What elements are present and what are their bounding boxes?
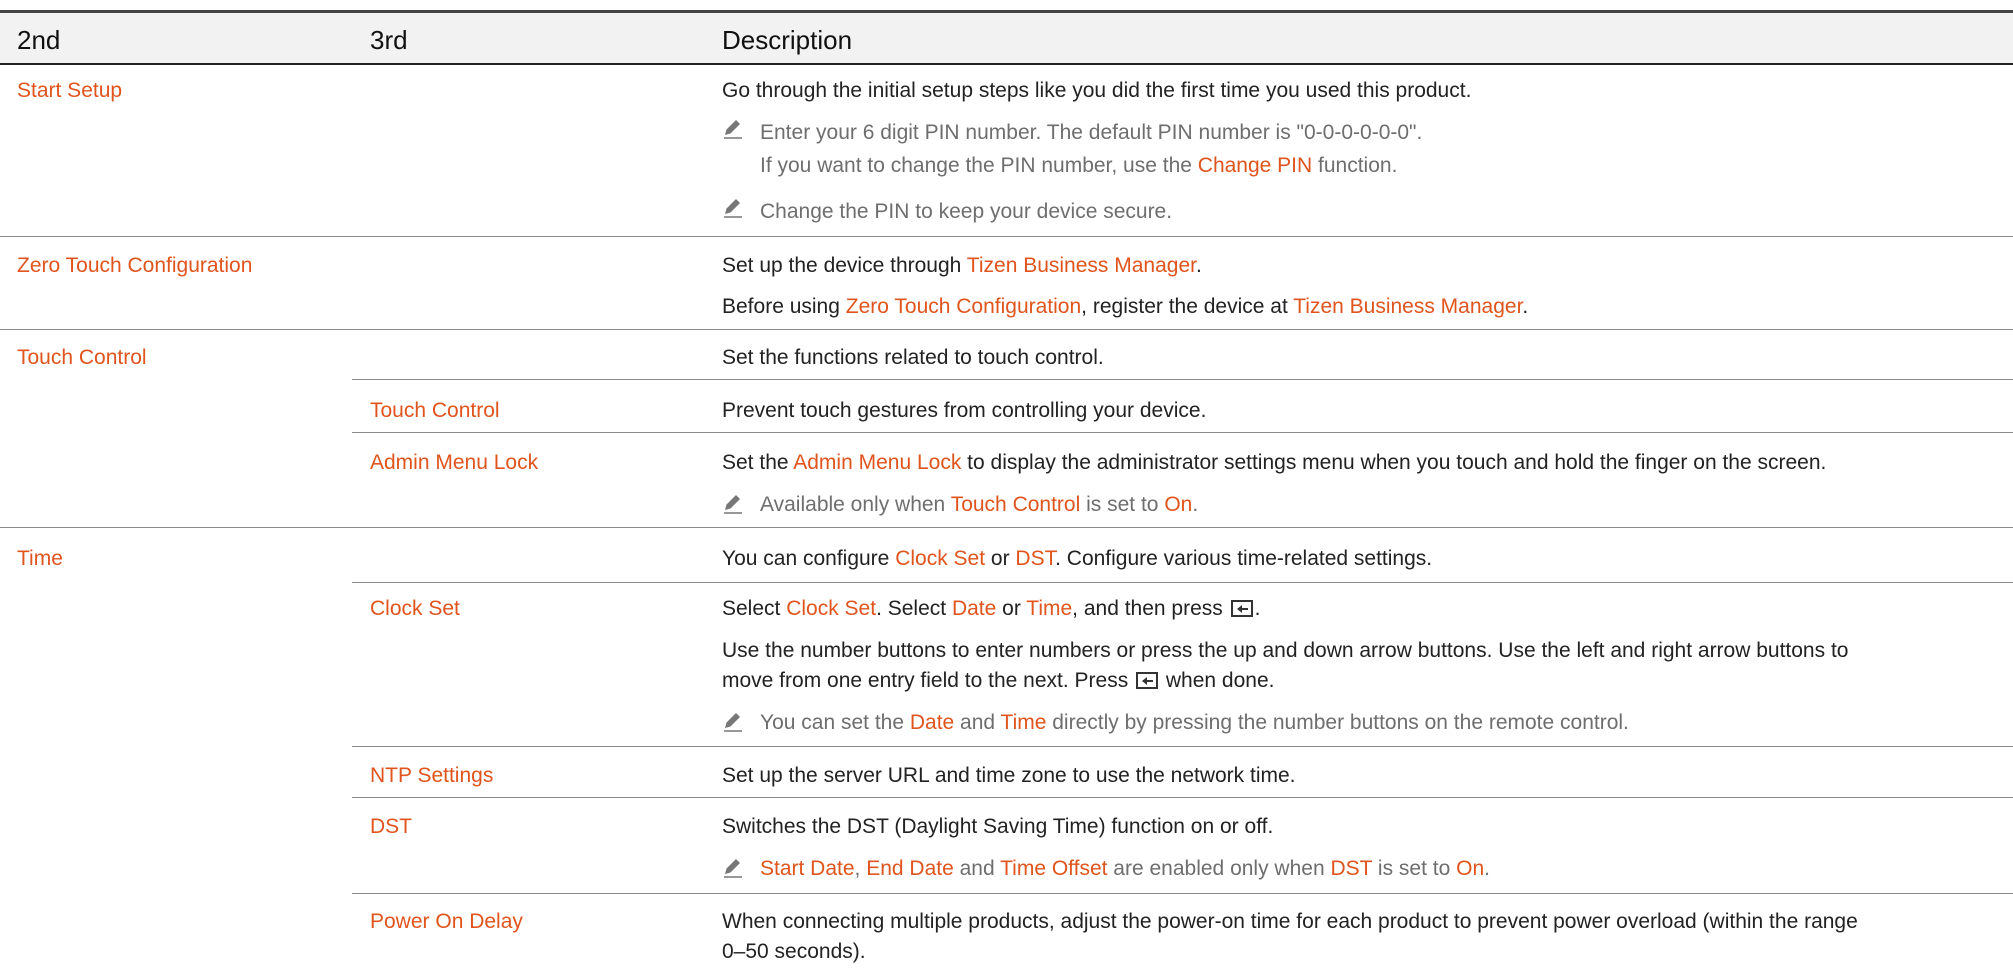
power-on-delay-desc-line1: When connecting multiple products, adjus… bbox=[722, 910, 1858, 933]
date-link[interactable]: Date bbox=[910, 711, 954, 734]
time-offset-link[interactable]: Time Offset bbox=[1000, 857, 1107, 880]
clock-set-line3: move from one entry field to the next. P… bbox=[722, 669, 1275, 692]
power-on-delay-desc-line2: 0–50 seconds). bbox=[722, 940, 866, 963]
dst-link[interactable]: DST bbox=[1330, 857, 1372, 880]
clock-set-link[interactable]: Clock Set bbox=[786, 597, 876, 620]
touch-control-label[interactable]: Touch Control bbox=[17, 344, 147, 371]
time-label[interactable]: Time bbox=[17, 545, 63, 572]
tizen-business-manager-link[interactable]: Tizen Business Manager bbox=[967, 254, 1196, 277]
start-setup-label[interactable]: Start Setup bbox=[17, 77, 122, 104]
start-setup-note2: Change the PIN to keep your device secur… bbox=[760, 200, 1173, 223]
dst-link[interactable]: DST bbox=[1015, 547, 1055, 570]
time-link[interactable]: Time bbox=[1001, 711, 1047, 734]
change-pin-link[interactable]: Change PIN bbox=[1198, 154, 1312, 177]
admin-menu-lock-link[interactable]: Admin Menu Lock bbox=[793, 451, 961, 474]
row-divider bbox=[0, 236, 2013, 237]
settings-table-page: 2nd 3rd Description Start Setup Go throu… bbox=[0, 0, 2013, 972]
admin-menu-lock-desc: Set the Admin Menu Lock to display the a… bbox=[722, 451, 1827, 474]
zero-touch-line2: Before using Zero Touch Configuration, r… bbox=[722, 295, 1529, 318]
row-divider bbox=[352, 797, 2013, 798]
row-divider bbox=[352, 893, 2013, 894]
row-divider bbox=[352, 582, 2013, 583]
time-link[interactable]: Time bbox=[1026, 597, 1072, 620]
admin-menu-lock-label[interactable]: Admin Menu Lock bbox=[370, 449, 538, 476]
time-desc: You can configure Clock Set or DST. Conf… bbox=[722, 547, 1433, 570]
dst-note: Start Date, End Date and Time Offset are… bbox=[760, 857, 1490, 880]
header-2nd: 2nd bbox=[17, 25, 61, 55]
clock-set-note: You can set the Date and Time directly b… bbox=[760, 711, 1629, 734]
row-divider bbox=[352, 746, 2013, 747]
on-link[interactable]: On bbox=[1164, 493, 1192, 516]
clock-set-line1: Select Clock Set. Select Date or Time, a… bbox=[722, 597, 1261, 620]
start-setup-note1-line2: If you want to change the PIN number, us… bbox=[760, 154, 1398, 177]
zero-touch-label[interactable]: Zero Touch Configuration bbox=[17, 252, 252, 279]
tizen-business-manager-link[interactable]: Tizen Business Manager bbox=[1293, 295, 1522, 318]
ntp-settings-label[interactable]: NTP Settings bbox=[370, 762, 493, 789]
clock-set-line2: Use the number buttons to enter numbers … bbox=[722, 639, 1849, 662]
end-date-link[interactable]: End Date bbox=[866, 857, 954, 880]
pencil-note-icon bbox=[722, 856, 744, 878]
on-link[interactable]: On bbox=[1456, 857, 1484, 880]
clock-set-label[interactable]: Clock Set bbox=[370, 595, 460, 622]
dst-label[interactable]: DST bbox=[370, 813, 412, 840]
power-on-delay-label[interactable]: Power On Delay bbox=[370, 908, 523, 935]
date-link[interactable]: Date bbox=[952, 597, 996, 620]
touch-control-sub-desc: Prevent touch gestures from controlling … bbox=[722, 399, 1207, 422]
pencil-note-icon bbox=[722, 492, 744, 514]
ntp-settings-desc: Set up the server URL and time zone to u… bbox=[722, 764, 1296, 787]
start-date-link[interactable]: Start Date bbox=[760, 857, 855, 880]
clock-set-link[interactable]: Clock Set bbox=[895, 547, 985, 570]
row-divider bbox=[352, 432, 2013, 433]
pencil-note-icon bbox=[722, 710, 744, 732]
touch-control-sub-label[interactable]: Touch Control bbox=[370, 397, 500, 424]
table-header: 2nd 3rd Description bbox=[0, 13, 2013, 65]
row-divider bbox=[352, 379, 2013, 380]
zero-touch-link[interactable]: Zero Touch Configuration bbox=[846, 295, 1081, 318]
pencil-note-icon bbox=[722, 196, 744, 218]
enter-key-icon bbox=[1230, 600, 1253, 617]
zero-touch-line1: Set up the device through Tizen Business… bbox=[722, 254, 1202, 277]
pencil-note-icon bbox=[722, 117, 744, 139]
admin-menu-lock-note: Available only when Touch Control is set… bbox=[760, 493, 1199, 516]
enter-key-icon bbox=[1136, 672, 1159, 689]
header-description: Description bbox=[722, 25, 853, 55]
dst-desc: Switches the DST (Daylight Saving Time) … bbox=[722, 815, 1274, 838]
row-divider bbox=[0, 329, 2013, 330]
start-setup-note1-line1: Enter your 6 digit PIN number. The defau… bbox=[760, 121, 1423, 144]
touch-control-link[interactable]: Touch Control bbox=[951, 493, 1081, 516]
touch-control-desc: Set the functions related to touch contr… bbox=[722, 346, 1104, 369]
row-divider bbox=[0, 527, 2013, 528]
start-setup-desc: Go through the initial setup steps like … bbox=[722, 79, 1472, 102]
header-3rd: 3rd bbox=[370, 25, 408, 55]
